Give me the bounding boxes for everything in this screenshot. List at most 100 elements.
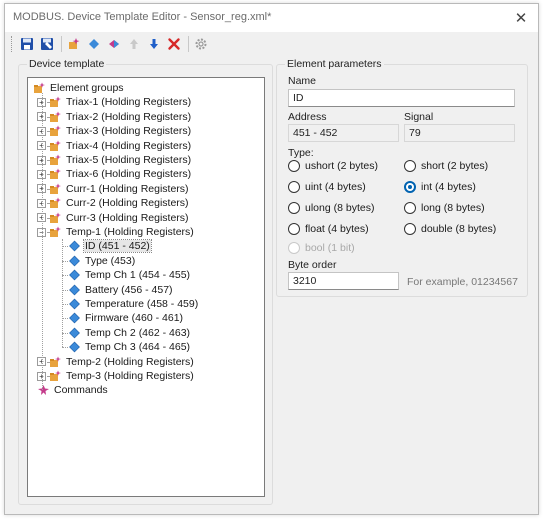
tree-group-label: Curr-1 (Holding Registers)	[66, 182, 189, 195]
tree-element-item[interactable]: Temp Ch 3 (464 - 465)	[68, 340, 191, 354]
tree-connector	[47, 188, 49, 190]
tree-root-element-groups[interactable]: Element groups	[33, 81, 125, 95]
toolbar-separator	[61, 36, 62, 52]
type-radio-int[interactable]: int (4 bytes)	[404, 181, 476, 193]
folder-icon	[50, 96, 61, 108]
add-group-button[interactable]	[65, 35, 83, 53]
tree-element-label: Firmware (460 - 461)	[85, 312, 184, 325]
type-radio-long[interactable]: long (8 bytes)	[404, 202, 485, 214]
tree-group-item[interactable]: + Temp-3 (Holding Registers)	[37, 369, 195, 383]
byte-order-input[interactable]	[288, 272, 399, 290]
folder-icon	[50, 197, 61, 209]
tree-group-label: Triax-4 (Holding Registers)	[66, 139, 192, 152]
delete-button[interactable]	[165, 35, 183, 53]
move-down-button[interactable]	[145, 35, 163, 53]
tree-group-item[interactable]: + Triax-4 (Holding Registers)	[37, 139, 192, 153]
save-button[interactable]	[18, 35, 36, 53]
tree-group-label: Curr-3 (Holding Registers)	[66, 211, 189, 224]
editor-window: MODBUS. Device Template Editor - Sensor_…	[4, 3, 539, 515]
address-label: Address	[288, 111, 327, 123]
tree-connector	[47, 116, 49, 118]
tree-connector	[62, 275, 68, 277]
save-as-button[interactable]	[38, 35, 56, 53]
tree-element-item[interactable]: Battery (456 - 457)	[68, 283, 174, 297]
element-icon	[69, 255, 80, 267]
tree-group-label: Triax-1 (Holding Registers)	[66, 96, 192, 109]
move-up-button[interactable]	[125, 35, 143, 53]
name-label: Name	[288, 75, 317, 87]
tree-group-item[interactable]: + Triax-2 (Holding Registers)	[37, 110, 192, 124]
type-radio-uint-label: uint (4 bytes)	[305, 181, 366, 193]
tree-element-item[interactable]: Type (453)	[68, 254, 136, 268]
radio-indicator	[288, 160, 300, 172]
tree-element-item[interactable]: Temperature (458 - 459)	[68, 297, 199, 311]
save-as-icon	[41, 38, 53, 50]
type-radio-uint[interactable]: uint (4 bytes)	[288, 181, 366, 193]
tree-group-item[interactable]: + Triax-6 (Holding Registers)	[37, 167, 192, 181]
tree-element-item[interactable]: Firmware (460 - 461)	[68, 311, 184, 325]
tree-connector	[62, 332, 68, 334]
arrow-down-icon	[150, 39, 158, 49]
tree-group-item[interactable]: + Curr-1 (Holding Registers)	[37, 182, 190, 196]
element-parameters-title: Element parameters	[285, 58, 384, 70]
tree-connector	[62, 347, 68, 349]
name-input[interactable]	[288, 89, 515, 107]
type-label: Type:	[288, 147, 314, 159]
tree-group-item[interactable]: + Triax-5 (Holding Registers)	[37, 153, 192, 167]
element-icon	[69, 240, 80, 252]
tree-connector	[47, 203, 49, 205]
tree-element-item-selected[interactable]: ID (451 - 452)	[68, 239, 152, 254]
tree-connector	[62, 304, 68, 305]
type-radio-ushort[interactable]: ushort (2 bytes)	[288, 160, 378, 172]
tree-element-label: ID (451 - 452)	[83, 239, 152, 254]
tree-group-label: Temp-3 (Holding Registers)	[66, 370, 194, 382]
tree-group-item[interactable]: + Temp-2 (Holding Registers)	[37, 355, 195, 369]
tree-group-label: Triax-5 (Holding Registers)	[66, 154, 192, 166]
type-radio-double[interactable]: double (8 bytes)	[404, 223, 496, 235]
tree-group-item[interactable]: + Curr-3 (Holding Registers)	[37, 211, 190, 225]
add-command-button[interactable]	[105, 35, 123, 53]
element-icon	[69, 341, 80, 353]
toolbar-separator	[188, 36, 189, 52]
folder-icon	[50, 125, 61, 137]
folder-icon	[50, 212, 61, 223]
tree-connector	[47, 376, 49, 377]
type-radio-short[interactable]: short (2 bytes)	[404, 160, 488, 172]
tree-group-item[interactable]: + Triax-3 (Holding Registers)	[37, 124, 192, 138]
folder-icon	[50, 111, 61, 122]
tree-connector	[47, 160, 49, 161]
type-radio-ushort-label: ushort (2 bytes)	[305, 160, 378, 172]
folder-icon	[50, 140, 61, 151]
radio-indicator	[288, 242, 300, 254]
tree-element-item[interactable]: Temp Ch 1 (454 - 455)	[68, 268, 191, 282]
type-radio-ulong-label: ulong (8 bytes)	[305, 202, 375, 214]
tree-element-label: Temp Ch 3 (464 - 465)	[85, 341, 191, 354]
tree-element-label: Type (453)	[85, 254, 136, 267]
radio-indicator	[288, 202, 300, 214]
radio-indicator	[404, 202, 416, 214]
arrow-up-icon	[130, 39, 138, 49]
add-element-button[interactable]	[85, 35, 103, 53]
close-button[interactable]: ✕	[504, 4, 538, 32]
radio-indicator	[288, 181, 300, 193]
commands-icon	[38, 385, 49, 396]
tree-group-item[interactable]: + Triax-1 (Holding Registers)	[37, 95, 192, 109]
type-radio-ulong[interactable]: ulong (8 bytes)	[288, 202, 374, 214]
folder-icon	[50, 183, 61, 194]
radio-indicator	[404, 181, 416, 193]
radio-indicator	[404, 160, 416, 172]
radio-indicator	[288, 223, 300, 235]
settings-button[interactable]	[192, 35, 210, 53]
type-radio-float[interactable]: float (4 bytes)	[288, 223, 369, 235]
type-radio-bool: bool (1 bit)	[288, 242, 355, 254]
type-radio-int-label: int (4 bytes)	[421, 181, 476, 193]
tree-commands-item[interactable]: Commands	[37, 383, 109, 397]
tree-element-item[interactable]: Temp Ch 2 (462 - 463)	[68, 326, 191, 340]
tree-group-item[interactable]: + Curr-2 (Holding Registers)	[37, 196, 190, 210]
tree-group-label: Temp-1 (Holding Registers)	[66, 226, 194, 238]
tree-connector	[62, 289, 68, 291]
tree-group-label: Triax-6 (Holding Registers)	[66, 168, 192, 181]
tree-group-item[interactable]: − Temp-1 (Holding Registers)	[37, 225, 195, 239]
device-template-tree[interactable]: Element groups + Triax-1 (Holding Register…	[27, 77, 265, 497]
save-icon	[21, 38, 33, 50]
